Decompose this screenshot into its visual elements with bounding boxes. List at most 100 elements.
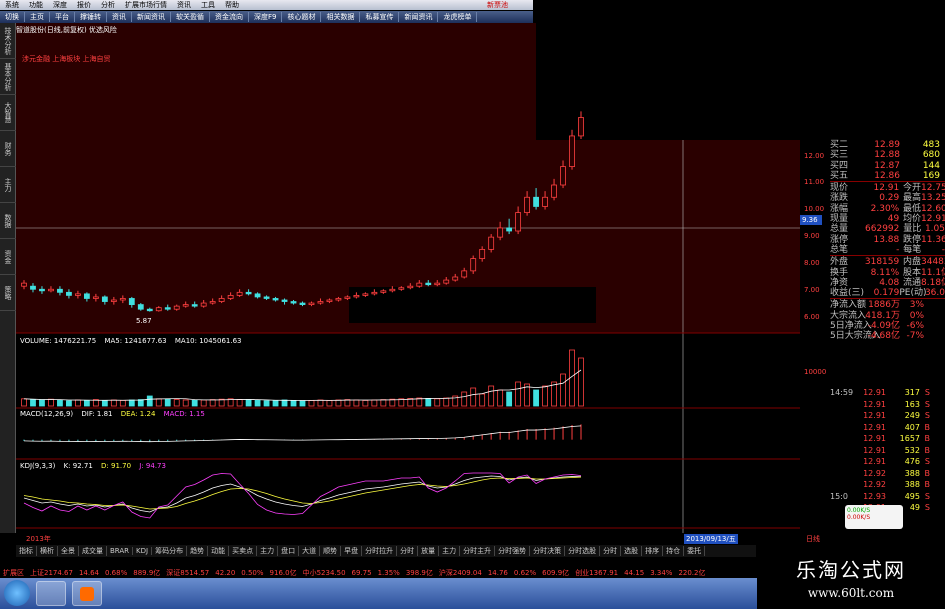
tick-price: 12.91 [863, 422, 886, 432]
macd-value: MACD: 1.15 [163, 410, 205, 418]
indicator-tab[interactable]: 持仓 [663, 546, 685, 556]
menu-item-function[interactable]: 功能 [24, 0, 48, 10]
toolbar-depth-f9[interactable]: 深度F9 [249, 12, 283, 22]
indicator-tab[interactable]: 全景 [58, 546, 79, 556]
candle-body [173, 305, 180, 310]
quote-label-2: 每笔 [903, 244, 922, 255]
toolbar-home[interactable]: 主页 [25, 12, 50, 22]
indicator-tab[interactable]: 早盘 [341, 546, 363, 556]
toolbar-news-info[interactable]: 新闻资讯 [132, 12, 171, 22]
toolbar-tool[interactable]: 撑锤转 [75, 12, 107, 22]
indicator-tab[interactable]: 分时 [397, 546, 419, 556]
menu-item-help[interactable]: 帮助 [220, 0, 244, 10]
indicator-tab[interactable]: 分时决策 [530, 546, 566, 556]
left-tab-dzh[interactable]: 大智慧 [0, 95, 16, 131]
volume-info: VOLUME: 1476221.75 MA5: 1241677.63 MA10:… [20, 337, 248, 345]
volume-bar [21, 398, 27, 407]
speed-widget[interactable]: 0.00K/S 0.00K/S [845, 505, 903, 529]
start-button[interactable] [4, 580, 30, 606]
indicator-tab[interactable]: 筹码分布 [152, 546, 188, 556]
quote-row: 收益(三) 0.179 PE(动) 36.0 [830, 288, 945, 298]
menu-item-depth[interactable]: 深度 [48, 0, 72, 10]
indicator-tab[interactable]: 盘口 [278, 546, 300, 556]
menu-item-info[interactable]: 资讯 [172, 0, 196, 10]
volume-bar [83, 399, 90, 407]
indicator-tab[interactable]: BRAR [107, 547, 134, 555]
candle-body [21, 282, 27, 287]
index-value: 创业1367.91 [575, 569, 619, 577]
candle-body [137, 304, 144, 310]
stock-pool-alert[interactable]: 新票池 [487, 0, 533, 10]
candle-body [200, 302, 207, 307]
left-tab-strategy[interactable]: 策略 [0, 275, 16, 311]
indicator-tab[interactable]: 主力 [439, 546, 461, 556]
toolbar-news-2[interactable]: 新闻资讯 [399, 12, 439, 22]
index-value: 上证2174.67 [30, 569, 73, 577]
toolbar-soft[interactable]: 软关盈循 [171, 12, 210, 22]
indicator-tab[interactable]: 分时主升 [460, 546, 496, 556]
toolbar-fund-flow[interactable]: 资金流向 [210, 12, 249, 22]
indicator-tab[interactable]: 趋势 [187, 546, 209, 556]
indicator-tab[interactable]: 选股 [621, 546, 643, 556]
left-tab-fund[interactable]: 资金 [0, 239, 16, 275]
quote-value-2: 8.18亿 [921, 277, 945, 288]
index-value: 0.68% [105, 569, 128, 577]
toolbar-private[interactable]: 私募宣传 [360, 12, 400, 22]
indicator-tab[interactable]: 指标 [16, 546, 37, 556]
indicator-tab[interactable]: 分时 [600, 546, 622, 556]
indicator-tab[interactable]: 成交量 [79, 546, 107, 556]
indicator-tab[interactable]: 横析 [37, 546, 58, 556]
indicator-tab[interactable]: 买卖点 [229, 546, 258, 556]
left-tab-finance[interactable]: 财务 [0, 131, 16, 167]
toolbar-dragon-tiger[interactable]: 龙虎榜单 [438, 12, 478, 22]
quote-row: 涨幅 2.30% 最低 12.60 [830, 204, 945, 214]
tick-volume: 317 [904, 388, 920, 397]
toolbar-platform[interactable]: 平台 [50, 12, 75, 22]
candle-body [101, 296, 108, 302]
tick-time [830, 445, 856, 457]
quote-label: 外盘 [830, 257, 849, 268]
taskbar-ie-icon[interactable] [36, 581, 66, 606]
indicator-tab[interactable]: 分时选股 [565, 546, 601, 556]
indicator-tab[interactable]: 排序 [642, 546, 664, 556]
indicator-tab[interactable]: 动能 [208, 546, 230, 556]
indicator-tab[interactable]: 分时强势 [495, 546, 531, 556]
candle-body [551, 184, 557, 198]
left-tab-main[interactable]: 主力 [0, 167, 16, 203]
candle-body [66, 291, 72, 296]
menu-item-tools[interactable]: 工具 [196, 0, 220, 10]
volume-bar [191, 399, 198, 407]
menu-item-quote[interactable]: 报价 [72, 0, 96, 10]
toolbar-core-theme[interactable]: 核心题材 [282, 12, 322, 22]
left-tab-tech[interactable]: 技术分析 [0, 23, 16, 59]
menu-item-extended-market[interactable]: 扩展市场行情 [120, 0, 172, 10]
left-tab-data[interactable]: 数据 [0, 203, 16, 239]
toolbar-related-data[interactable]: 相关数据 [321, 12, 361, 22]
indicator-tab[interactable]: 分时拉升 [362, 546, 398, 556]
quote-label: 涨跌 [830, 193, 849, 204]
quote-value: 12.91 [873, 183, 900, 194]
candle-body [389, 288, 396, 292]
toolbar-news[interactable]: 资讯 [107, 12, 132, 22]
indicator-tab[interactable]: 放量 [418, 546, 440, 556]
indicator-tab[interactable]: 大道 [299, 546, 321, 556]
quote-row: 现价 12.91 今开 12.75 [830, 183, 945, 193]
quote-label: 涨停 [830, 234, 849, 245]
indicator-tab[interactable]: KDJ [133, 547, 153, 555]
menu-item-analysis[interactable]: 分析 [96, 0, 120, 10]
tick-time [830, 479, 856, 491]
stock-chart[interactable]: 5.87 [16, 23, 800, 533]
indicator-tab[interactable]: 主力 [257, 546, 279, 556]
tick-time [830, 456, 856, 468]
left-tab-basic[interactable]: 基本分析 [0, 59, 16, 95]
taskbar-app-icon[interactable] [72, 581, 102, 606]
price-axis: 12.00 11.00 10.00 9.00 8.00 7.00 6.00 10… [800, 140, 830, 540]
candle-body [92, 296, 99, 299]
menu-item-system[interactable]: 系统 [0, 0, 24, 10]
indicator-tab[interactable]: 委托 [684, 546, 706, 556]
volume-bar [299, 400, 306, 407]
toolbar-switch[interactable]: 切换 [0, 12, 25, 22]
indicator-tab[interactable]: 顺势 [320, 546, 342, 556]
volume-bar [200, 399, 207, 407]
volume-bar [533, 389, 539, 407]
